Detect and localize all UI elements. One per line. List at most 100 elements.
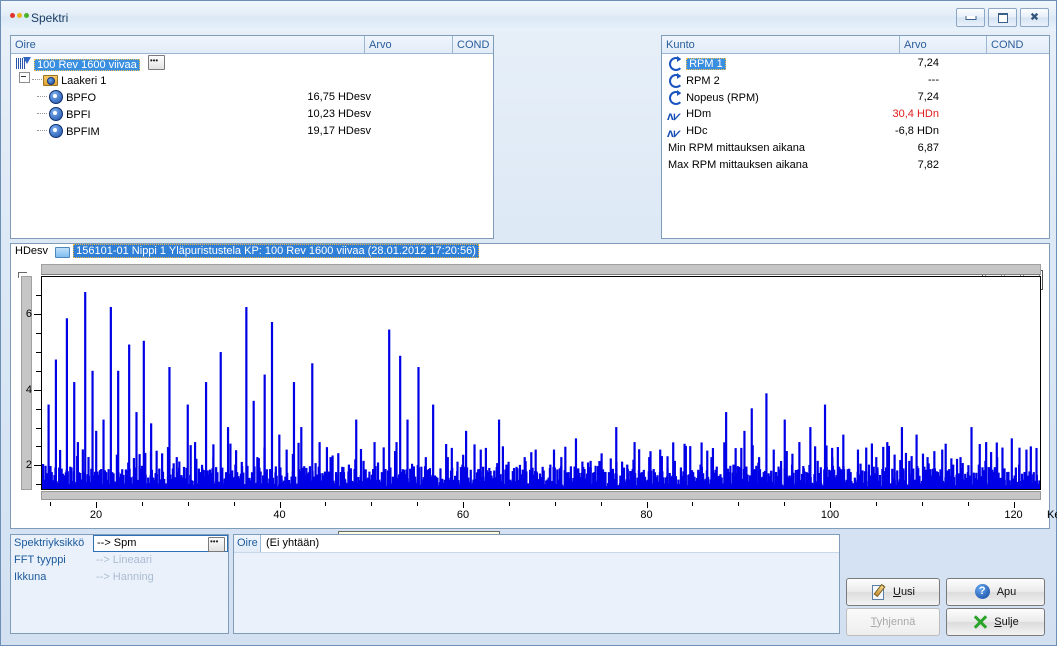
chart-selected-title[interactable]: 156101-01 Nippi 1 Yläpuristustela KP: 10… (73, 244, 479, 258)
kunto-item-value: 7,24 (917, 91, 939, 103)
rpm-icon (667, 55, 683, 71)
kunto-row-min-rpm[interactable]: Min RPM mittauksen aikana 6,87 (662, 140, 1049, 157)
x-axis-minor-tick (554, 502, 556, 506)
oire-result-header: Oire (234, 535, 261, 552)
tree-item-label[interactable]: BPFIM (66, 126, 100, 138)
kunto-row-hdm[interactable]: ʌ⩗ HDm 30,4 HDn (662, 106, 1049, 123)
param-key: Spektriyksikkö (11, 535, 93, 552)
x-axis-tick (96, 502, 97, 508)
oire-result-panel: Oire (Ei yhtään) (233, 534, 840, 634)
sulje-button-label: Sulje (994, 616, 1019, 628)
x-axis-minor-tick (967, 502, 969, 506)
measurement-options-button[interactable] (147, 52, 165, 70)
kunto-item-label[interactable]: RPM 1 (686, 58, 726, 70)
plot-frame: 2 4 6 Kerrannaiset 20 40 60 80 100 120 (18, 264, 1057, 522)
chart-y-axis: 2 4 6 (21, 276, 41, 490)
tree-item-value: 10,23 HDesv (307, 108, 371, 120)
kunto-item-label[interactable]: Min RPM mittauksen aikana (668, 142, 805, 154)
param-row-ikkuna[interactable]: Ikkuna --> Hanning (11, 569, 228, 586)
param-value: --> Hanning (93, 569, 228, 586)
column-header-cond[interactable]: COND (986, 36, 1030, 54)
x-axis-minor-tick (141, 502, 143, 506)
tree-item-label[interactable]: BPFO (66, 92, 96, 104)
kunto-row-rpm1[interactable]: RPM 1 7,24 (662, 55, 1049, 72)
tyhjenna-button[interactable]: Tyhjennä (846, 608, 940, 636)
tree-item-label[interactable]: BPFI (66, 109, 90, 121)
window-controls: ✖ (956, 8, 1049, 27)
kunto-item-value: 7,82 (917, 159, 939, 171)
x-axis-tick (1013, 502, 1015, 508)
spectrum-series (42, 292, 1040, 489)
sulje-button-rest: ulje (1001, 616, 1019, 628)
kunto-row-max-rpm[interactable]: Max RPM mittauksen aikana 7,82 (662, 157, 1049, 174)
help-icon (974, 584, 991, 600)
folder-icon (54, 245, 71, 258)
column-header-kunto[interactable]: Kunto (662, 36, 899, 54)
waveform-icon: ʌ⩗ (667, 109, 681, 123)
chart-plot-area[interactable] (41, 276, 1041, 490)
kunto-item-value: --- (928, 74, 939, 86)
oire-tree: 100 Rev 1600 viivaa Laakeri 1 BPFO 16,75… (11, 52, 493, 238)
collapse-expander-icon[interactable] (19, 72, 30, 83)
new-document-icon (871, 584, 887, 600)
close-x-icon (972, 614, 988, 630)
bearing-icon (47, 89, 63, 104)
x-axis-minor-tick (187, 502, 189, 506)
chart-horizontal-scrollbar[interactable] (41, 264, 1041, 275)
y-axis-tick (34, 313, 41, 315)
tree-row-bpfim[interactable]: BPFIM 19,17 HDesv (11, 123, 493, 140)
param-value[interactable]: --> Spm (93, 534, 228, 552)
waveform-icon: ʌ⩗ (667, 126, 681, 140)
tree-line (37, 130, 47, 131)
kunto-item-label[interactable]: RPM 2 (686, 75, 720, 87)
tree-item-label[interactable]: Laakeri 1 (61, 75, 106, 87)
tree-row-bpfi[interactable]: BPFI 10,23 HDesv (11, 106, 493, 123)
kunto-row-nopeus[interactable]: Nopeus (RPM) 7,24 (662, 89, 1049, 106)
sulje-button[interactable]: Sulje (946, 608, 1045, 636)
close-button[interactable]: ✖ (1020, 8, 1049, 27)
oire-result-body (234, 552, 839, 633)
kunto-grid-header: Kunto Arvo COND (662, 36, 1049, 54)
x-axis-label: 100 (820, 509, 840, 521)
tree-line (37, 113, 47, 114)
tyhjenna-button-label: Tyhjennä (870, 616, 916, 628)
kunto-item-label[interactable]: HDm (686, 108, 711, 120)
x-axis-tick (830, 502, 831, 508)
kunto-item-label[interactable]: Max RPM mittauksen aikana (668, 159, 808, 171)
param-browse-button[interactable] (208, 534, 225, 552)
y-axis-label: 6 (25, 307, 32, 320)
chart-x-scrollbar[interactable] (41, 491, 1041, 500)
x-axis-minor-tick (371, 502, 373, 506)
tree-row-measurement[interactable]: 100 Rev 1600 viivaa (11, 52, 493, 72)
uusi-button-rest: usi (900, 586, 915, 598)
kunto-row-hdc[interactable]: ʌ⩗ HDc -6,8 HDn (662, 123, 1049, 140)
column-header-arvo[interactable]: Arvo (364, 36, 452, 54)
uusi-button[interactable]: Uusi (846, 578, 940, 606)
param-key: FFT tyyppi (11, 552, 93, 569)
kunto-item-label[interactable]: HDc (686, 125, 707, 137)
apu-button[interactable]: Apu (946, 578, 1045, 606)
column-header-arvo[interactable]: Arvo (899, 36, 986, 54)
red-dot-icon (10, 13, 15, 18)
param-row-spektriyksikko[interactable]: Spektriyksikkö --> Spm (11, 534, 228, 552)
kunto-item-label[interactable]: Nopeus (RPM) (686, 92, 759, 104)
maximize-button[interactable] (988, 8, 1017, 27)
y-axis-label: 2 (25, 459, 32, 472)
tree-row-bearing-group[interactable]: Laakeri 1 (11, 72, 493, 89)
minimize-button[interactable] (956, 8, 985, 27)
x-axis-tick (279, 502, 281, 508)
rpm-icon (667, 72, 683, 88)
oire-result-value: (Ei yhtään) (266, 537, 320, 549)
x-axis-label: 40 (273, 509, 286, 521)
x-axis-minor-tick (600, 502, 602, 506)
column-header-cond[interactable]: COND (452, 36, 494, 54)
column-header-oire[interactable]: Oire (11, 36, 364, 54)
folder-icon (42, 72, 58, 87)
x-axis-minor-tick (508, 502, 510, 506)
kunto-item-value: -6,8 HDn (894, 125, 939, 137)
tree-item-label[interactable]: 100 Rev 1600 viivaa (34, 59, 140, 71)
tree-row-bpfo[interactable]: BPFO 16,75 HDesv (11, 89, 493, 106)
param-row-fft-tyyppi[interactable]: FFT tyyppi --> Lineaari (11, 552, 228, 569)
spectrum-params-panel: Spektriyksikkö --> Spm FFT tyyppi --> Li… (10, 534, 229, 634)
kunto-row-rpm2[interactable]: RPM 2 --- (662, 72, 1049, 89)
